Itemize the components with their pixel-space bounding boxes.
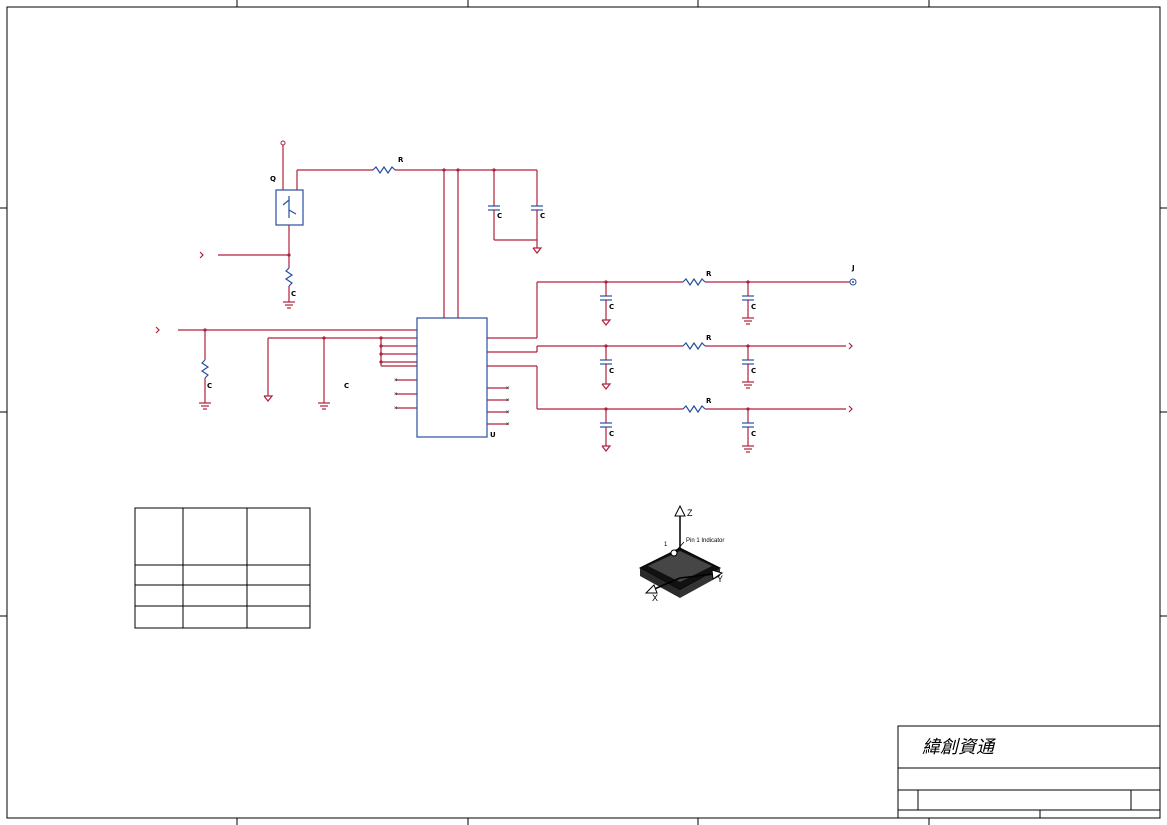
tag-output-cap-3b: C [751,430,756,438]
schematic-sheet: × × × × × × × Q R C C C C C U J R R R C … [0,0,1167,825]
output-channel-2 [487,341,853,390]
svg-text:×: × [394,392,398,398]
output-channel-3 [487,365,853,453]
option-table [134,507,311,629]
tag-output-cap-3a: C [609,430,614,438]
axis-x-label: X [652,593,658,603]
tag-output-cap-2a: C [609,367,614,375]
tag-output-resistor-3: R [706,397,712,405]
pin-indicator-label: Pin 1 Indicator [686,538,724,544]
pin-number: 1 [664,542,668,548]
ic-body [416,317,488,438]
tag-bias-resistor: C [291,290,296,298]
reference-tags: Q R C C C C C U J R R R C C C C C C [207,156,855,439]
tag-ic: U [490,431,496,439]
output-channel-1 [487,277,857,339]
company-name: 緯創資通 [922,737,996,758]
tag-transistor: Q [270,175,276,183]
svg-text:×: × [506,398,510,404]
svg-text:×: × [506,422,510,428]
package-orientation-view: Z 1 Pin 1 Indicator Y X [638,504,724,603]
junction-dots [203,168,750,411]
ic-unconnected-pins: × × × × [487,386,510,428]
axis-z-label: Z [687,508,693,518]
axis-y-label: Y [717,574,723,584]
tag-output-cap-1b: C [751,303,756,311]
tag-cap-2: C [540,212,545,220]
tag-output-cap-1a: C [609,303,614,311]
tag-cap-1: C [497,212,502,220]
tag-output-cap-2b: C [751,367,756,375]
power-switch-section [199,140,543,318]
drawing-frame [0,0,1167,825]
svg-text:×: × [394,406,398,412]
tag-input-resistor: C [207,382,212,390]
ic-input-section: × × × [155,326,417,412]
tag-top-resistor: R [398,156,404,164]
input-arrow [199,251,204,259]
svg-text:×: × [506,410,510,416]
input-resistor-symbol [200,359,210,379]
tag-ground-cap: C [344,382,349,390]
bias-resistor-symbol [284,267,294,287]
tag-output-resistor-2: R [706,334,712,342]
tag-connector: J [851,264,855,272]
title-block: 緯創資通 [897,725,1161,819]
svg-text:×: × [506,386,510,392]
tag-output-resistor-1: R [706,270,712,278]
top-resistor-symbol [372,165,396,175]
svg-text:×: × [394,378,398,384]
